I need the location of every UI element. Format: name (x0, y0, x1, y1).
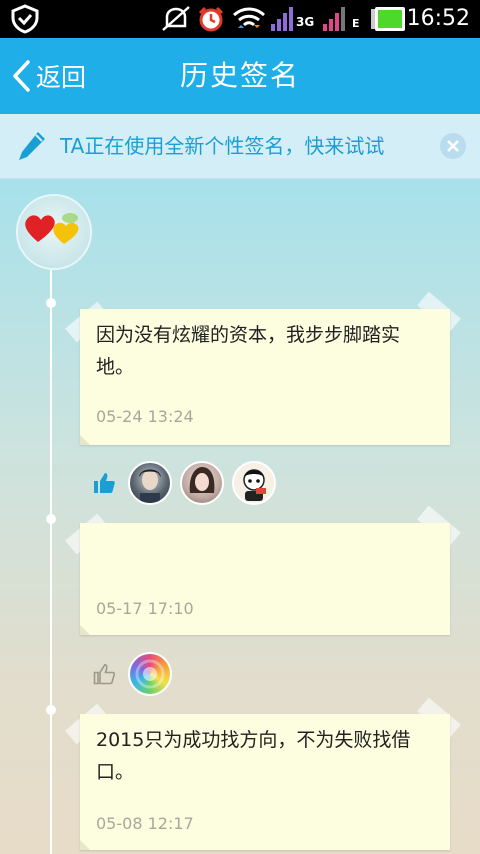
timeline-dot (46, 705, 56, 715)
signature-card[interactable]: 2015只为成功找方向，不为失败找借口。 05-08 12:17 (80, 714, 450, 850)
network-type-label: 3G (296, 15, 315, 29)
signal-icon (271, 7, 293, 31)
corner-fold (80, 625, 90, 635)
liker-avatar[interactable] (232, 461, 276, 505)
timeline-dot (46, 514, 56, 524)
shield-icon (11, 4, 39, 34)
like-row (92, 649, 180, 699)
close-banner-button[interactable] (440, 133, 466, 159)
signature-date: 05-17 17:10 (96, 599, 194, 618)
banner-text: TA正在使用全新个性签名，快来试试 (60, 134, 385, 158)
liker-avatar[interactable] (128, 461, 172, 505)
promo-banner[interactable]: TA正在使用全新个性签名，快来试试 (0, 114, 480, 179)
close-icon (447, 140, 459, 152)
corner-fold (80, 840, 90, 850)
mute-icon (162, 6, 190, 31)
page-title: 历史签名 (179, 59, 300, 92)
thumbs-up-outline-icon[interactable] (92, 662, 116, 686)
network-type-label-2: E (352, 17, 360, 30)
liker-avatar[interactable] (180, 461, 224, 505)
pencil-icon (19, 132, 45, 160)
signal-icon-2 (323, 7, 345, 31)
wifi-icon (233, 7, 265, 28)
battery-icon (371, 7, 405, 31)
alarm-icon (198, 6, 224, 32)
signature-date: 05-08 12:17 (96, 814, 194, 833)
signature-card[interactable]: 因为没有炫耀的资本，我步步脚踏实地。 05-24 13:24 (80, 309, 450, 445)
signature-history-list[interactable]: 因为没有炫耀的资本，我步步脚踏实地。 05-24 13:24 05-17 17:… (0, 179, 480, 854)
title-bar: 返回 历史签名 (0, 38, 480, 114)
signature-card[interactable]: 05-17 17:10 (80, 523, 450, 635)
signature-text: 因为没有炫耀的资本，我步步脚踏实地。 (96, 324, 401, 378)
signature-date: 05-24 13:24 (96, 407, 194, 426)
timeline-line (50, 259, 52, 854)
status-time: 16:52 (406, 6, 470, 31)
like-row (92, 458, 284, 508)
avatar[interactable] (16, 194, 92, 270)
corner-fold (80, 435, 90, 445)
liker-avatar[interactable] (128, 652, 172, 696)
thumbs-up-filled-icon[interactable] (92, 471, 116, 495)
status-bar: 3G E 16:52 (0, 0, 480, 38)
signature-text: 2015只为成功找方向，不为失败找借口。 (96, 729, 411, 783)
heart-avatar-image (25, 213, 79, 244)
timeline-dot (46, 298, 56, 308)
